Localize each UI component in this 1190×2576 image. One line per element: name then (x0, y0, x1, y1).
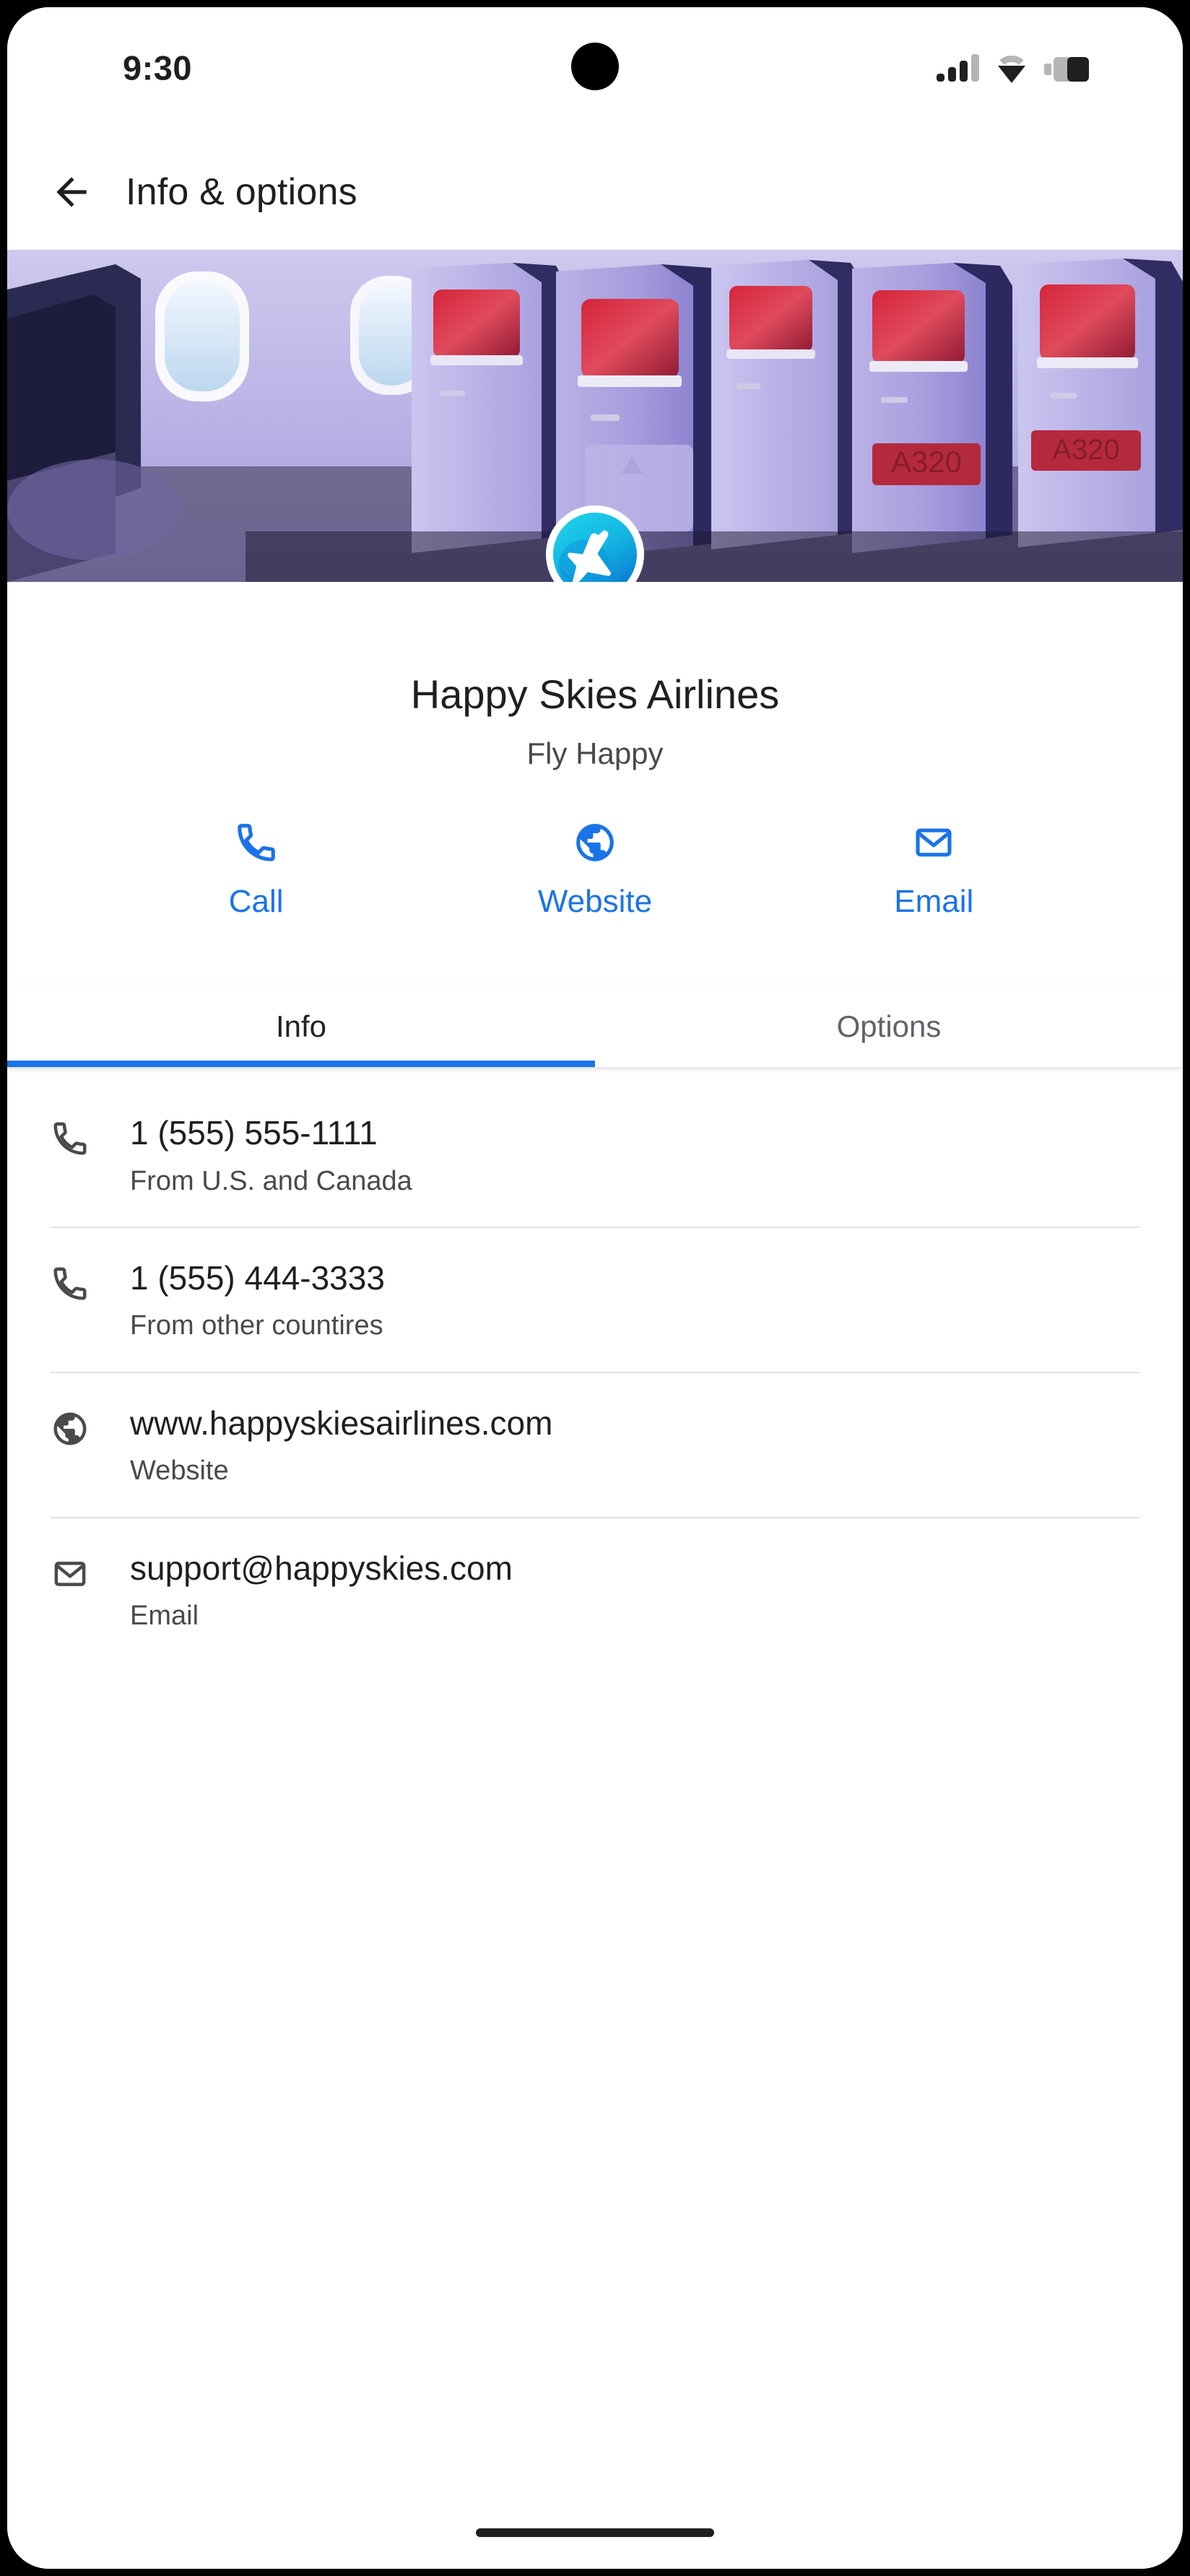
list-item-text: 1 (555) 555-1111 From U.S. and Canada (111, 1113, 412, 1198)
phone-screen: 9:30 Info & options A320 A320 Happy Skie… (7, 7, 1183, 2569)
list-item[interactable]: 1 (555) 555-1111 From U.S. and Canada (7, 1083, 1183, 1227)
app-bar: Info & options (7, 134, 1183, 250)
email-action-button[interactable]: Email (765, 819, 1103, 920)
brand-logo (546, 505, 644, 582)
list-item-secondary: Website (130, 1455, 229, 1487)
globe-icon (573, 819, 617, 866)
phone-icon (51, 1113, 111, 1158)
tab-bar: Info Options (7, 985, 1183, 1068)
list-item-text: www.happyskiesairlines.com Website (111, 1404, 552, 1488)
brand-section: Happy Skies Airlines Fly Happy (7, 582, 1183, 772)
signal-bars-icon (937, 54, 979, 82)
list-item-text: support@happyskies.com Email (111, 1549, 513, 1633)
svg-text:A320: A320 (1052, 434, 1119, 466)
list-item-secondary: From U.S. and Canada (130, 1165, 412, 1196)
back-arrow-icon[interactable] (49, 170, 94, 214)
email-icon (51, 1549, 111, 1593)
website-action-button[interactable]: Website (425, 819, 764, 920)
tab-options[interactable]: Options (595, 985, 1183, 1067)
content-spacer (7, 1661, 1183, 2569)
hero-banner-image: A320 A320 (7, 250, 1183, 582)
airline-tagline: Fly Happy (526, 736, 664, 771)
list-item-primary: 1 (555) 444-3333 (130, 1259, 385, 1297)
list-item-primary: www.happyskiesairlines.com (130, 1404, 553, 1442)
info-list: 1 (555) 555-1111 From U.S. and Canada 1 … (7, 1067, 1183, 1662)
phone-icon (51, 1258, 111, 1303)
home-indicator[interactable] (476, 2528, 714, 2537)
page-title: Info & options (126, 171, 357, 213)
airplane-logo-icon (546, 505, 644, 582)
phone-icon (234, 819, 279, 866)
status-icons (937, 54, 1089, 83)
website-action-label: Website (537, 884, 653, 920)
email-action-label: Email (894, 884, 974, 920)
list-item-secondary: Email (130, 1600, 199, 1631)
list-item[interactable]: 1 (555) 444-3333 From other countires (7, 1228, 1183, 1372)
list-item[interactable]: www.happyskiesairlines.com Website (7, 1373, 1183, 1517)
email-icon (911, 819, 956, 866)
globe-icon (51, 1404, 111, 1448)
status-time: 9:30 (123, 48, 193, 87)
list-item-secondary: From other countires (130, 1310, 383, 1341)
airline-name: Happy Skies Airlines (410, 671, 780, 717)
wifi-icon (995, 56, 1028, 83)
svg-text:A320: A320 (891, 445, 962, 479)
status-bar: 9:30 (7, 7, 1183, 134)
call-action-button[interactable]: Call (87, 819, 425, 920)
battery-icon (1044, 57, 1089, 82)
list-item-text: 1 (555) 444-3333 From other countires (111, 1258, 385, 1343)
tab-info[interactable]: Info (7, 985, 595, 1068)
list-item-primary: 1 (555) 555-1111 (130, 1114, 378, 1152)
list-item[interactable]: support@happyskies.com Email (7, 1518, 1183, 1662)
phone-frame: 9:30 Info & options A320 A320 Happy Skie… (0, 0, 1190, 2576)
call-action-label: Call (228, 884, 284, 920)
quick-actions-row: Call Website Email (7, 771, 1183, 921)
list-item-primary: support@happyskies.com (130, 1549, 513, 1587)
front-camera-punch-hole (571, 43, 619, 90)
